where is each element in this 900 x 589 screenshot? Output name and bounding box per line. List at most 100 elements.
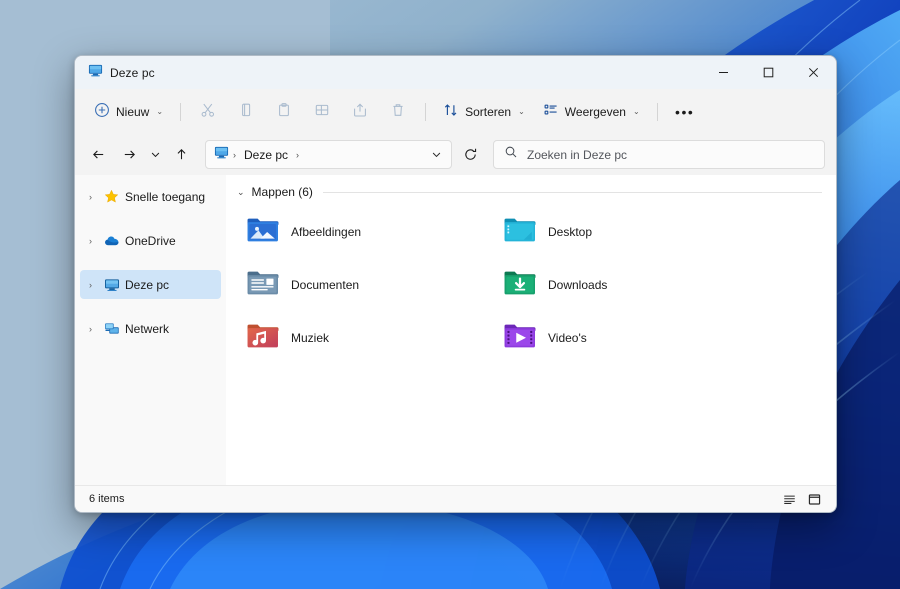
- monitor-icon: [102, 277, 121, 293]
- chevron-down-icon: ⌄: [518, 107, 525, 116]
- folder-item-label: Desktop: [548, 224, 593, 239]
- chevron-right-icon[interactable]: ›: [83, 236, 98, 246]
- cloud-icon: [102, 233, 121, 249]
- sidebar-item-snelle-toegang[interactable]: › Snelle toegang: [80, 182, 221, 211]
- share-icon: [352, 102, 368, 121]
- more-options-button[interactable]: •••: [667, 97, 703, 127]
- chevron-down-icon[interactable]: ⌄: [237, 187, 245, 198]
- folder-item-label: Muziek: [291, 330, 330, 345]
- group-divider: [322, 191, 822, 193]
- titlebar-identity: Deze pc: [75, 63, 155, 83]
- folder-item-videos[interactable]: Video's: [494, 311, 747, 364]
- share-button[interactable]: [342, 97, 378, 127]
- chevron-right-icon[interactable]: ›: [83, 324, 98, 334]
- delete-button[interactable]: [380, 97, 416, 127]
- navigation-bar: › Deze pc ›: [75, 134, 836, 175]
- rename-button[interactable]: [304, 97, 340, 127]
- window-titlebar[interactable]: Deze pc: [75, 56, 836, 89]
- sidebar-item-deze-pc[interactable]: › Deze pc: [80, 270, 221, 299]
- folder-item-afbeeldingen[interactable]: Afbeeldingen: [237, 205, 490, 258]
- address-bar[interactable]: › Deze pc ›: [205, 140, 452, 169]
- window-controls: [701, 56, 836, 89]
- copy-icon: [238, 102, 254, 121]
- chevron-right-icon[interactable]: ›: [83, 192, 98, 202]
- recent-locations-button[interactable]: [145, 140, 165, 170]
- scissors-icon: [200, 102, 216, 121]
- up-button[interactable]: [166, 140, 196, 170]
- folders-group-title: Mappen (6): [251, 185, 313, 199]
- explorer-body: › Snelle toegang › OneDrive › Deze pc › …: [75, 175, 836, 485]
- window-title: Deze pc: [110, 65, 155, 80]
- downloads-folder-icon: [503, 267, 537, 302]
- view-button[interactable]: Weergeven ⌄: [535, 97, 648, 127]
- large-icons-view-button[interactable]: [802, 489, 827, 510]
- sidebar-item-label: OneDrive: [125, 233, 176, 248]
- minimize-button[interactable]: [701, 56, 746, 89]
- toolbar-separator: [425, 102, 427, 121]
- close-button[interactable]: [791, 56, 836, 89]
- view-button-label: Weergeven: [564, 104, 626, 119]
- address-dropdown-button[interactable]: [425, 143, 447, 166]
- details-view-button[interactable]: [777, 489, 802, 510]
- new-button[interactable]: Nieuw ⌄: [86, 97, 171, 127]
- folder-item-label: Afbeeldingen: [291, 224, 362, 239]
- cut-button[interactable]: [190, 97, 226, 127]
- sidebar-item-onedrive[interactable]: › OneDrive: [80, 226, 221, 255]
- breadcrumb-item-deze-pc[interactable]: Deze pc: [240, 146, 292, 164]
- command-toolbar: Nieuw ⌄ Sorteren ⌄ Weergeven ⌄ •••: [75, 89, 836, 134]
- plus-circle-icon: [94, 102, 110, 121]
- copy-button[interactable]: [228, 97, 264, 127]
- videos-folder-icon: [503, 320, 537, 355]
- folder-item-label: Video's: [548, 330, 587, 345]
- search-box[interactable]: [493, 140, 825, 169]
- sidebar-item-label: Deze pc: [125, 277, 170, 292]
- star-icon: [102, 189, 121, 204]
- sort-button[interactable]: Sorteren ⌄: [435, 97, 533, 127]
- sidebar-item-label: Netwerk: [125, 321, 170, 336]
- desktop-folder-icon: [503, 214, 537, 249]
- folder-item-label: Documenten: [291, 277, 360, 292]
- chevron-right-icon[interactable]: ›: [83, 280, 98, 290]
- search-icon: [504, 145, 518, 164]
- sort-button-label: Sorteren: [465, 104, 512, 119]
- rename-icon: [314, 102, 330, 121]
- paste-button[interactable]: [266, 97, 302, 127]
- folders-group-header[interactable]: ⌄ Mappen (6): [237, 185, 822, 199]
- toolbar-separator: [656, 102, 658, 121]
- search-input[interactable]: [527, 147, 814, 162]
- breadcrumb-separator: ›: [233, 149, 236, 160]
- file-list-pane[interactable]: ⌄ Mappen (6) Afbeeldingen Desktop Docume…: [226, 175, 836, 485]
- folder-item-documenten[interactable]: Documenten: [237, 258, 490, 311]
- music-folder-icon: [246, 320, 280, 355]
- maximize-button[interactable]: [746, 56, 791, 89]
- chevron-down-icon: ⌄: [632, 107, 640, 116]
- pictures-folder-icon: [246, 214, 280, 249]
- item-count-label: 6 items: [89, 493, 125, 505]
- chevron-down-icon: ⌄: [156, 107, 164, 116]
- view-list-icon: [543, 102, 559, 121]
- file-explorer-window: Deze pc Nieuw ⌄ Sorteren ⌄ Weergeven ⌄ •…: [74, 55, 837, 513]
- sidebar-item-label: Snelle toegang: [125, 189, 206, 204]
- sidebar-item-netwerk[interactable]: › Netwerk: [80, 314, 221, 343]
- navigation-pane: › Snelle toegang › OneDrive › Deze pc › …: [75, 175, 226, 485]
- folders-grid: Afbeeldingen Desktop Documenten Download…: [237, 205, 822, 364]
- trash-icon: [390, 102, 406, 121]
- back-button[interactable]: [83, 140, 113, 170]
- this-pc-icon: [214, 145, 229, 165]
- ellipsis-icon: •••: [675, 103, 695, 120]
- forward-button[interactable]: [114, 140, 144, 170]
- network-icon: [102, 321, 121, 337]
- new-button-label: Nieuw: [116, 104, 150, 119]
- status-bar: 6 items: [75, 485, 836, 512]
- breadcrumb-separator: ›: [296, 149, 300, 160]
- toolbar-separator: [180, 102, 182, 121]
- folder-item-label: Downloads: [548, 277, 608, 292]
- folder-item-downloads[interactable]: Downloads: [494, 258, 747, 311]
- documents-folder-icon: [246, 267, 280, 302]
- folder-item-muziek[interactable]: Muziek: [237, 311, 490, 364]
- refresh-button[interactable]: [455, 140, 485, 170]
- this-pc-icon: [88, 63, 103, 83]
- sort-arrows-icon: [443, 102, 459, 121]
- clipboard-icon: [276, 102, 292, 121]
- folder-item-desktop[interactable]: Desktop: [494, 205, 747, 258]
